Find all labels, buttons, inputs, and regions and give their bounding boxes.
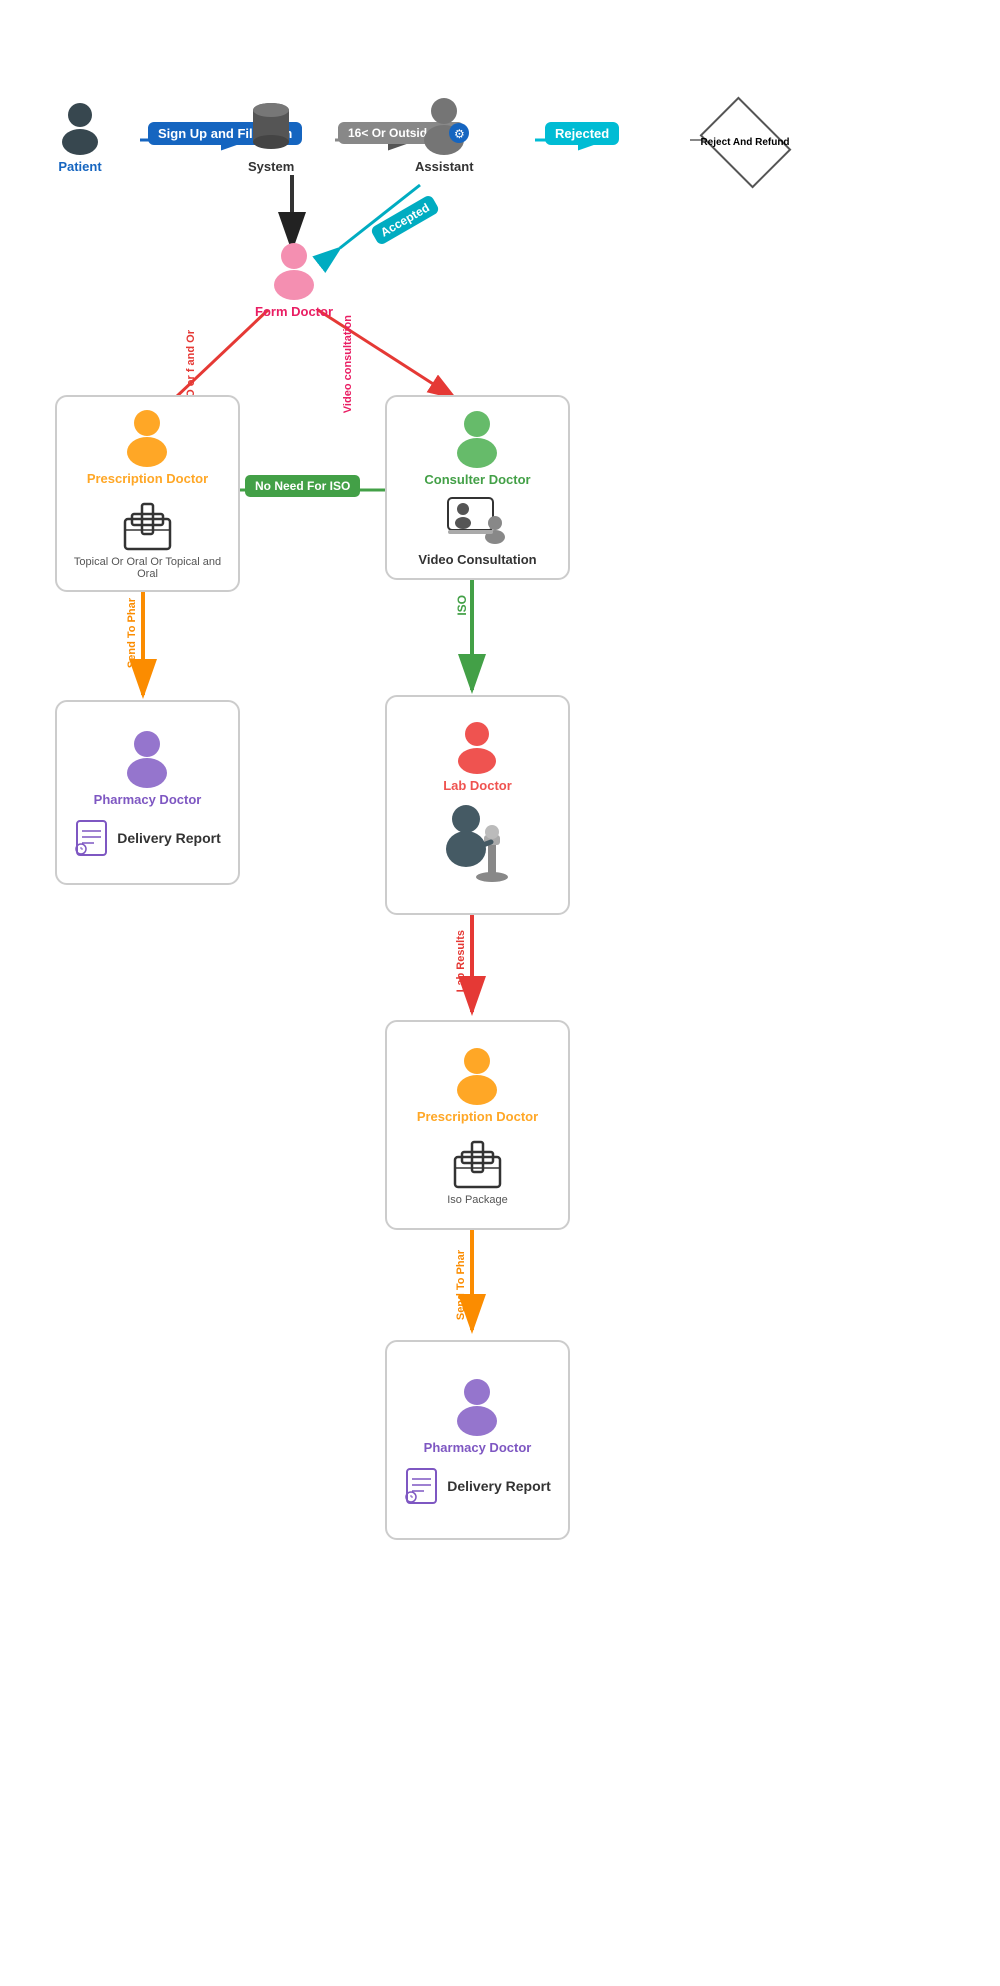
iso-package-label: Iso Package <box>447 1194 508 1206</box>
delivery-report-1-label: Delivery Report <box>117 830 220 846</box>
system-node: System <box>248 100 294 174</box>
flowchart: Patient Sign Up and Fill Form System 16<… <box>0 0 1000 1986</box>
system-label: System <box>248 159 294 174</box>
lab-doctor-label: Lab Doctor <box>443 778 512 793</box>
iso-label: ISO <box>455 595 469 616</box>
prescription-doctor-2-box: Prescription Doctor Iso Package <box>385 1020 570 1230</box>
patient-node: Patient <box>55 100 105 174</box>
accepted-badge: Accepted <box>370 194 441 246</box>
video-consultation-arrow-label: Video consultation <box>342 315 354 413</box>
video-consultation-label: Video Consultation <box>418 552 536 567</box>
patient-label: Patient <box>58 159 101 174</box>
assistant-node: ⚙ Assistant <box>415 95 474 174</box>
prescription-doctor-1-label: Prescription Doctor <box>87 471 208 486</box>
lab-doctor-box: Lab Doctor <box>385 695 570 915</box>
pharmacy-doctor-1-label: Pharmacy Doctor <box>94 792 202 807</box>
send-to-phar-1-label: Send To Phar <box>126 598 138 668</box>
consulter-doctor-label: Consulter Doctor <box>424 472 530 487</box>
reject-refund-label: Reject And Refund <box>700 136 789 149</box>
send-to-phar-2-label: Send To Phar <box>455 1250 467 1320</box>
topical-oral-label: Topical Or Oral Or Topical and Oral <box>67 556 228 580</box>
lab-results-label: Lab Results <box>455 930 467 992</box>
delivery-report-2-label: Delivery Report <box>447 1478 550 1494</box>
pharmacy-doctor-2-box: Pharmacy Doctor Delivery Report <box>385 1340 570 1540</box>
arrows-svg <box>0 0 1000 1986</box>
pharmacy-doctor-1-box: Pharmacy Doctor Delivery Report <box>55 700 240 885</box>
no-need-for-iso-area: No Need For ISO <box>245 475 360 497</box>
prescription-doctor-1-box: Prescription Doctor Topical Or Oral Or T… <box>55 395 240 592</box>
svg-text:⚙: ⚙ <box>454 127 465 141</box>
pharmacy-doctor-2-label: Pharmacy Doctor <box>424 1440 532 1455</box>
rejected-badge-area: Rejected <box>545 122 619 145</box>
reject-refund-node: Reject And Refund <box>695 105 795 180</box>
form-doctor-label: Form Doctor <box>255 304 333 319</box>
prescription-doctor-2-label: Prescription Doctor <box>417 1109 538 1124</box>
rejected-badge: Rejected <box>545 122 619 145</box>
accepted-badge-area: Accepted <box>370 210 440 230</box>
form-doctor-node: Form Doctor <box>255 240 333 319</box>
no-need-iso-badge: No Need For ISO <box>245 475 360 497</box>
consulter-video-box: Consulter Doctor Video Consultation <box>385 395 570 580</box>
assistant-label: Assistant <box>415 159 474 174</box>
